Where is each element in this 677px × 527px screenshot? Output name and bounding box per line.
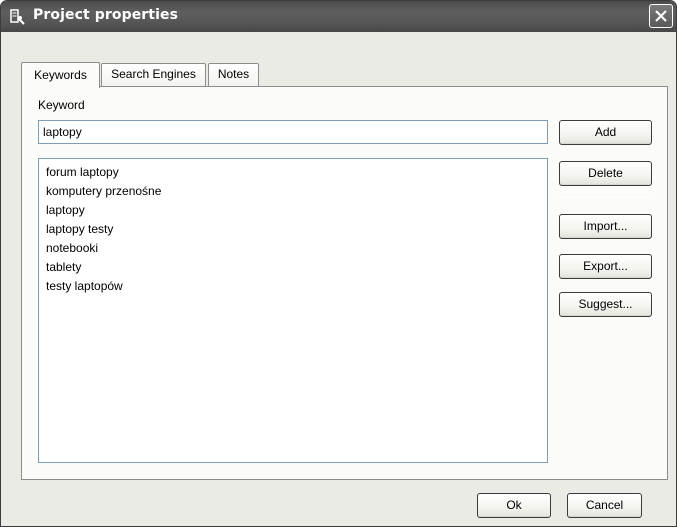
keyword-input[interactable] [38,120,548,144]
ok-button[interactable]: Ok [477,493,551,518]
cancel-button[interactable]: Cancel [567,493,642,518]
window-title: Project properties [33,7,179,23]
list-item[interactable]: notebooki [46,239,547,258]
project-properties-dialog: Project properties Keywords Search Engin… [0,0,677,527]
tab-keywords[interactable]: Keywords [21,62,100,88]
keywords-tab-panel: Keyword Add Delete Import... Export... S… [21,86,668,480]
export-button[interactable]: Export... [559,254,652,279]
delete-button[interactable]: Delete [559,161,652,186]
keywords-listbox[interactable]: forum laptopy komputery przenośne laptop… [38,158,548,463]
list-item[interactable]: tablety [46,258,547,277]
close-icon [655,10,667,22]
tab-notes[interactable]: Notes [208,63,259,86]
list-item[interactable]: laptopy [46,201,547,220]
suggest-button[interactable]: Suggest... [559,292,652,317]
project-properties-icon [10,9,26,25]
list-item[interactable]: forum laptopy [46,163,547,182]
import-button[interactable]: Import... [559,214,652,239]
list-item[interactable]: testy laptopów [46,277,547,296]
title-bar[interactable]: Project properties [1,1,676,32]
list-item[interactable]: laptopy testy [46,220,547,239]
list-item[interactable]: komputery przenośne [46,182,547,201]
button-separator [559,197,652,198]
close-button[interactable] [649,4,673,28]
keyword-label: Keyword [38,98,85,112]
add-button[interactable]: Add [559,120,652,145]
tab-search-engines[interactable]: Search Engines [101,63,206,86]
